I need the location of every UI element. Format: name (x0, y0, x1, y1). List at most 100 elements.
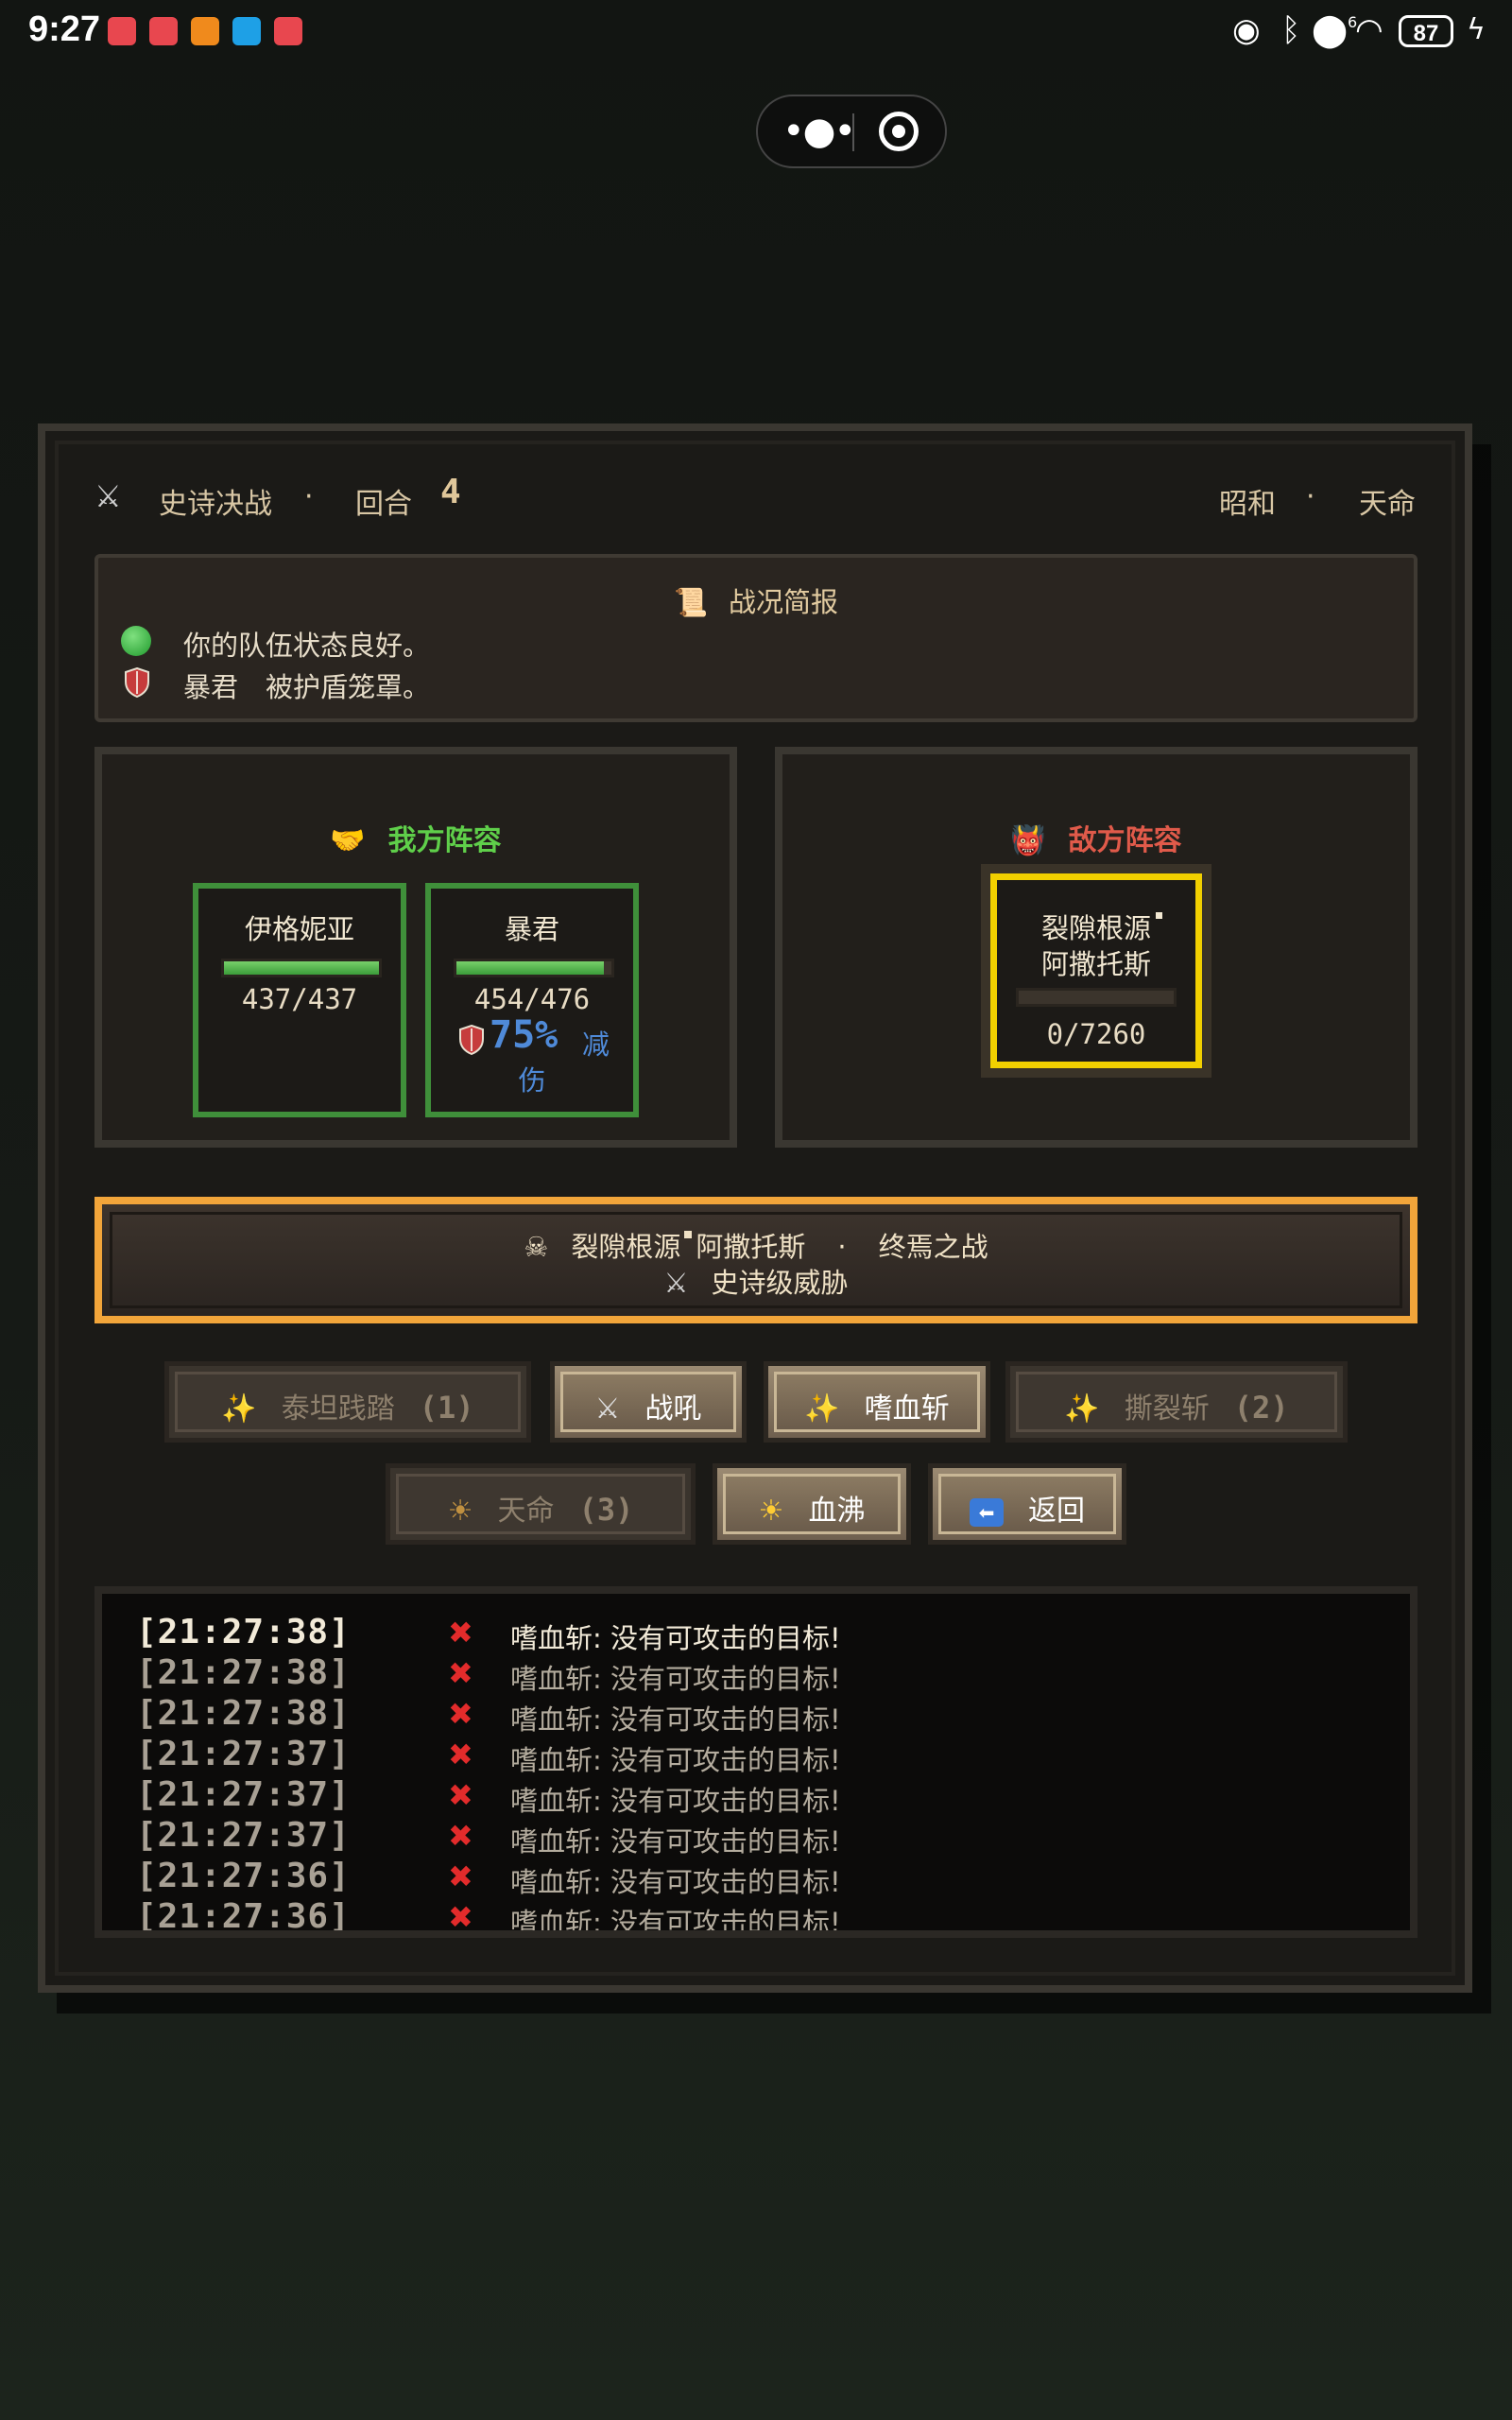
log-entry: [21:27:38] ✖ 嗜血斩: 没有可攻击的目标! (136, 1613, 1402, 1654)
ally-unit-card[interactable]: 暴君 454/476 75% 减 伤 (425, 883, 639, 1117)
log-entry: [21:27:36] ✖ 嗜血斩: 没有可攻击的目标! (136, 1897, 1402, 1938)
log-entry: [21:27:36] ✖ 嗜血斩: 没有可攻击的目标! (136, 1857, 1402, 1898)
log-message: 嗜血斩: 没有可攻击的目标! (510, 1866, 841, 1898)
skull-crossbones-icon: ☠ (524, 1231, 549, 1263)
eye-icon: ◉ (1232, 11, 1261, 49)
close-icon: ✖ (448, 1777, 473, 1813)
miniprogram-capsule: •●• (756, 95, 947, 168)
unit-name: 阿撒托斯 (1040, 948, 1151, 980)
battle-briefing: 📜 战况简报 你的队伍状态良好。 暴君 被护盾笼罩。 (94, 554, 1418, 722)
skill-button-bloodthirst-slash[interactable]: ✨ 嗜血斩 (764, 1361, 990, 1443)
close-icon: ✖ (448, 1615, 473, 1651)
charging-icon: ϟ (1467, 13, 1486, 46)
close-icon: ✖ (448, 1899, 473, 1935)
location-icon: ⬤ (1312, 11, 1349, 49)
enemy-team-panel: 👹 敌方阵容 裂隙根源 阿撒托斯 0/7260 (775, 747, 1418, 1148)
hp-bar (221, 959, 382, 977)
briefing-title: 📜 战况简报 (673, 586, 839, 618)
status-bar: 9:27 ◉ ᛒ ⬤ 6 ◠ 87 ϟ (0, 0, 1512, 66)
log-entry: [21:27:37] ✖ 嗜血斩: 没有可攻击的目标! (136, 1775, 1402, 1817)
log-timestamp: [21:27:37] (136, 1816, 351, 1855)
close-icon: ✖ (448, 1696, 473, 1732)
battle-header: ⚔ 史诗决战 · 回合 4 昭和 · 天命 (94, 469, 1418, 526)
close-miniprogram-icon[interactable] (879, 112, 919, 151)
log-timestamp: [21:27:36] (136, 1857, 351, 1895)
app-notification-icon (274, 17, 302, 45)
log-timestamp: [21:27:38] (136, 1694, 351, 1733)
close-icon: ✖ (448, 1858, 473, 1894)
hp-bar (454, 959, 614, 977)
bluetooth-icon: ᛒ (1281, 11, 1301, 49)
enemy-team-title: 👹 敌方阵容 (1010, 824, 1182, 857)
unit-name: 裂隙根源 (1040, 912, 1151, 944)
briefing-line: 你的队伍状态良好。 (183, 630, 431, 662)
sun-icon: ☀ (758, 1495, 784, 1528)
close-icon: ✖ (448, 1737, 473, 1772)
enemy-unit-card[interactable]: 裂隙根源 阿撒托斯 0/7260 (990, 873, 1202, 1068)
handshake-icon: 🤝 (330, 824, 366, 857)
close-icon: ✖ (448, 1655, 473, 1691)
status-time: 9:27 (28, 9, 101, 49)
log-entry: [21:27:38] ✖ 嗜血斩: 没有可攻击的目标! (136, 1653, 1402, 1695)
skill-button-war-cry[interactable]: ⚔ 战吼 (550, 1361, 747, 1443)
boss-name-line: ☠ 裂隙根源 阿撒托斯 · 终焉之战 (524, 1231, 988, 1263)
unit-name: 暴君 (504, 913, 559, 945)
sparkle-icon: ✨ (1064, 1392, 1100, 1426)
log-message: 嗜血斩: 没有可攻击的目标! (510, 1622, 841, 1654)
skill-button-rend-slash[interactable]: ✨ 撕裂斩 (2) (1005, 1361, 1348, 1443)
log-timestamp: [21:27:38] (136, 1613, 351, 1651)
ally-team-title: 🤝 我方阵容 (330, 824, 502, 857)
close-icon: ✖ (448, 1818, 473, 1854)
log-message: 嗜血斩: 没有可攻击的目标! (510, 1703, 841, 1736)
briefing-line: 暴君 被护盾笼罩。 (183, 671, 431, 703)
log-timestamp: [21:27:38] (136, 1653, 351, 1692)
scroll-icon: 📜 (673, 586, 709, 618)
shield-value: 75% (490, 1013, 558, 1057)
shield-icon (459, 1025, 484, 1055)
sparkle-icon: ✨ (804, 1392, 840, 1426)
more-options-icon[interactable]: •●• (782, 110, 856, 153)
shield-text: 伤 (518, 1064, 546, 1097)
header-right-label: 昭和 (1219, 488, 1276, 521)
battery-indicator: 87 (1399, 15, 1453, 47)
log-timestamp: [21:27:37] (136, 1775, 351, 1814)
app-notification-icon (149, 17, 178, 45)
wifi-icon: ◠ (1355, 11, 1383, 49)
status-ok-icon (121, 626, 151, 656)
log-message: 嗜血斩: 没有可攻击的目标! (510, 1663, 841, 1695)
log-message: 嗜血斩: 没有可攻击的目标! (510, 1825, 841, 1858)
header-right-separator: · (1306, 480, 1315, 513)
log-entry: [21:27:37] ✖ 嗜血斩: 没有可攻击的目标! (136, 1735, 1402, 1776)
hp-text: 437/437 (241, 983, 358, 1015)
battle-log[interactable]: [21:27:38] ✖ 嗜血斩: 没有可攻击的目标! [21:27:38] ✖… (94, 1586, 1418, 1938)
ogre-icon: 👹 (1010, 824, 1046, 857)
app-notification-icon (108, 17, 136, 45)
log-entry: [21:27:37] ✖ 嗜血斩: 没有可攻击的目标! (136, 1816, 1402, 1858)
log-message: 嗜血斩: 没有可攻击的目标! (510, 1744, 841, 1776)
skill-button-blood-boil[interactable]: ☀ 血沸 (713, 1463, 911, 1545)
shield-icon (125, 667, 149, 698)
log-entry: [21:27:38] ✖ 嗜血斩: 没有可攻击的目标! (136, 1694, 1402, 1736)
hp-text: 0/7260 (1046, 1018, 1146, 1050)
log-message: 嗜血斩: 没有可攻击的目标! (510, 1785, 841, 1817)
sun-icon: ☀ (447, 1495, 473, 1528)
ally-unit-card[interactable]: 伊格妮亚 437/437 (193, 883, 406, 1117)
sparkle-icon: ✨ (221, 1392, 257, 1426)
ally-team-panel: 🤝 我方阵容 伊格妮亚 437/437 暴君 454/476 75% 减 伤 (94, 747, 737, 1148)
browser-app-icon (232, 17, 261, 45)
battle-title: 史诗决战 (159, 488, 272, 521)
unit-name: 伊格妮亚 (244, 913, 354, 945)
back-button[interactable]: ⬅ 返回 (928, 1463, 1126, 1545)
crossed-swords-icon: ⚔ (594, 1392, 621, 1426)
round-number: 4 (440, 473, 461, 511)
boss-banner: ☠ 裂隙根源 阿撒托斯 · 终焉之战 ⚔ 史诗级威胁 (94, 1197, 1418, 1323)
skill-button-titan-stomp[interactable]: ✨ 泰坦践踏 (1) (164, 1361, 531, 1443)
crossed-swords-icon: ⚔ (663, 1267, 689, 1299)
video-app-icon (191, 17, 219, 45)
hp-bar (1016, 988, 1177, 1007)
boss-threat-line: ⚔ 史诗级威胁 (663, 1267, 849, 1299)
skill-button-destiny[interactable]: ☀ 天命 (3) (386, 1463, 696, 1545)
back-icon: ⬅ (970, 1497, 1004, 1527)
crossed-swords-icon: ⚔ (94, 478, 122, 514)
log-message: 嗜血斩: 没有可攻击的目标! (510, 1907, 841, 1938)
